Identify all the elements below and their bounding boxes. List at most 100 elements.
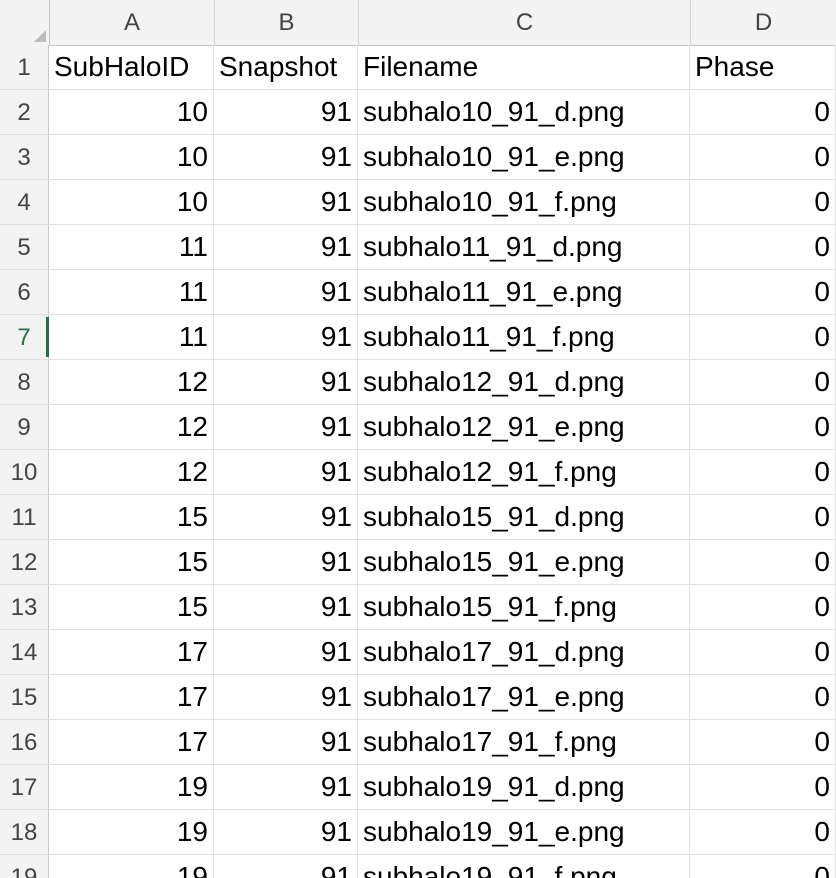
row-header[interactable]: 9 xyxy=(0,405,49,449)
cell-phase[interactable]: 0 xyxy=(690,360,836,404)
cell-filename[interactable]: Filename xyxy=(358,45,690,89)
cell-snapshot[interactable]: 91 xyxy=(214,225,358,269)
cell-subhaloid[interactable]: 10 xyxy=(49,135,214,179)
cell-filename[interactable]: subhalo19_91_e.png xyxy=(358,810,690,854)
row-header[interactable]: 6 xyxy=(0,270,49,314)
row-header[interactable]: 1 xyxy=(0,45,49,89)
cell-phase[interactable]: 0 xyxy=(690,270,836,314)
cell-subhaloid[interactable]: 17 xyxy=(49,720,214,764)
cell-snapshot[interactable]: 91 xyxy=(214,855,358,878)
cell-snapshot[interactable]: 91 xyxy=(214,270,358,314)
column-header-d[interactable]: D xyxy=(691,0,836,45)
cell-filename[interactable]: subhalo12_91_f.png xyxy=(358,450,690,494)
cell-phase[interactable]: 0 xyxy=(690,225,836,269)
cell-subhaloid[interactable]: 12 xyxy=(49,360,214,404)
cell-snapshot[interactable]: 91 xyxy=(214,720,358,764)
cell-phase[interactable]: 0 xyxy=(690,630,836,674)
cell-filename[interactable]: subhalo12_91_d.png xyxy=(358,360,690,404)
cell-snapshot[interactable]: 91 xyxy=(214,450,358,494)
cell-snapshot[interactable]: 91 xyxy=(214,585,358,629)
cell-subhaloid[interactable]: 10 xyxy=(49,90,214,134)
row-header[interactable]: 12 xyxy=(0,540,49,584)
row-header[interactable]: 10 xyxy=(0,450,49,494)
cell-snapshot[interactable]: 91 xyxy=(214,765,358,809)
cell-phase[interactable]: 0 xyxy=(690,495,836,539)
cell-phase[interactable]: 0 xyxy=(690,180,836,224)
cell-snapshot[interactable]: 91 xyxy=(214,810,358,854)
cell-snapshot[interactable]: Snapshot xyxy=(214,45,358,89)
cell-filename[interactable]: subhalo12_91_e.png xyxy=(358,405,690,449)
cell-subhaloid[interactable]: 11 xyxy=(49,270,214,314)
cell-phase[interactable]: 0 xyxy=(690,675,836,719)
row-header[interactable]: 17 xyxy=(0,765,49,809)
cell-filename[interactable]: subhalo11_91_e.png xyxy=(358,270,690,314)
cell-snapshot[interactable]: 91 xyxy=(214,90,358,134)
cell-filename[interactable]: subhalo10_91_d.png xyxy=(358,90,690,134)
cell-phase[interactable]: Phase xyxy=(690,45,836,89)
column-header-b[interactable]: B xyxy=(215,0,359,45)
row-header[interactable]: 16 xyxy=(0,720,49,764)
cell-filename[interactable]: subhalo17_91_e.png xyxy=(358,675,690,719)
cell-snapshot[interactable]: 91 xyxy=(214,360,358,404)
cell-subhaloid[interactable]: 19 xyxy=(49,810,214,854)
cell-phase[interactable]: 0 xyxy=(690,810,836,854)
cell-phase[interactable]: 0 xyxy=(690,135,836,179)
cell-subhaloid[interactable]: 12 xyxy=(49,450,214,494)
cell-filename[interactable]: subhalo15_91_d.png xyxy=(358,495,690,539)
cell-subhaloid[interactable]: 11 xyxy=(49,225,214,269)
cell-phase[interactable]: 0 xyxy=(690,405,836,449)
cell-phase[interactable]: 0 xyxy=(690,855,836,878)
cell-filename[interactable]: subhalo19_91_d.png xyxy=(358,765,690,809)
cell-snapshot[interactable]: 91 xyxy=(214,135,358,179)
column-header-a[interactable]: A xyxy=(50,0,215,45)
row-header[interactable]: 3 xyxy=(0,135,49,179)
cell-subhaloid[interactable]: 17 xyxy=(49,675,214,719)
cell-subhaloid[interactable]: 15 xyxy=(49,540,214,584)
cell-phase[interactable]: 0 xyxy=(690,720,836,764)
row-header[interactable]: 11 xyxy=(0,495,49,539)
cell-snapshot[interactable]: 91 xyxy=(214,315,358,359)
cell-filename[interactable]: subhalo19_91_f.png xyxy=(358,855,690,878)
cell-subhaloid[interactable]: 19 xyxy=(49,765,214,809)
cell-filename[interactable]: subhalo17_91_f.png xyxy=(358,720,690,764)
row-header[interactable]: 7 xyxy=(0,315,49,359)
cell-snapshot[interactable]: 91 xyxy=(214,180,358,224)
cell-subhaloid[interactable]: 10 xyxy=(49,180,214,224)
cell-filename[interactable]: subhalo11_91_f.png xyxy=(358,315,690,359)
row-header[interactable]: 18 xyxy=(0,810,49,854)
cell-phase[interactable]: 0 xyxy=(690,765,836,809)
cell-subhaloid[interactable]: 11 xyxy=(49,315,214,359)
cell-phase[interactable]: 0 xyxy=(690,90,836,134)
row-header[interactable]: 13 xyxy=(0,585,49,629)
row-header[interactable]: 15 xyxy=(0,675,49,719)
row-header[interactable]: 14 xyxy=(0,630,49,674)
cell-filename[interactable]: subhalo15_91_f.png xyxy=(358,585,690,629)
row-header[interactable]: 19 xyxy=(0,855,49,878)
cell-subhaloid[interactable]: 15 xyxy=(49,585,214,629)
cell-snapshot[interactable]: 91 xyxy=(214,495,358,539)
cell-snapshot[interactable]: 91 xyxy=(214,540,358,584)
cell-filename[interactable]: subhalo17_91_d.png xyxy=(358,630,690,674)
row-header[interactable]: 4 xyxy=(0,180,49,224)
cell-phase[interactable]: 0 xyxy=(690,315,836,359)
cell-snapshot[interactable]: 91 xyxy=(214,405,358,449)
cell-subhaloid[interactable]: SubHaloID xyxy=(49,45,214,89)
row-header[interactable]: 8 xyxy=(0,360,49,404)
cell-subhaloid[interactable]: 17 xyxy=(49,630,214,674)
cell-subhaloid[interactable]: 19 xyxy=(49,855,214,878)
select-all-button[interactable] xyxy=(0,0,50,45)
cell-snapshot[interactable]: 91 xyxy=(214,630,358,674)
cell-phase[interactable]: 0 xyxy=(690,450,836,494)
column-header-c[interactable]: C xyxy=(359,0,691,45)
cell-phase[interactable]: 0 xyxy=(690,540,836,584)
cell-filename[interactable]: subhalo11_91_d.png xyxy=(358,225,690,269)
cell-subhaloid[interactable]: 12 xyxy=(49,405,214,449)
row-header[interactable]: 2 xyxy=(0,90,49,134)
cell-snapshot[interactable]: 91 xyxy=(214,675,358,719)
cell-phase[interactable]: 0 xyxy=(690,585,836,629)
cell-filename[interactable]: subhalo10_91_e.png xyxy=(358,135,690,179)
cell-filename[interactable]: subhalo15_91_e.png xyxy=(358,540,690,584)
cell-filename[interactable]: subhalo10_91_f.png xyxy=(358,180,690,224)
row-header[interactable]: 5 xyxy=(0,225,49,269)
cell-subhaloid[interactable]: 15 xyxy=(49,495,214,539)
